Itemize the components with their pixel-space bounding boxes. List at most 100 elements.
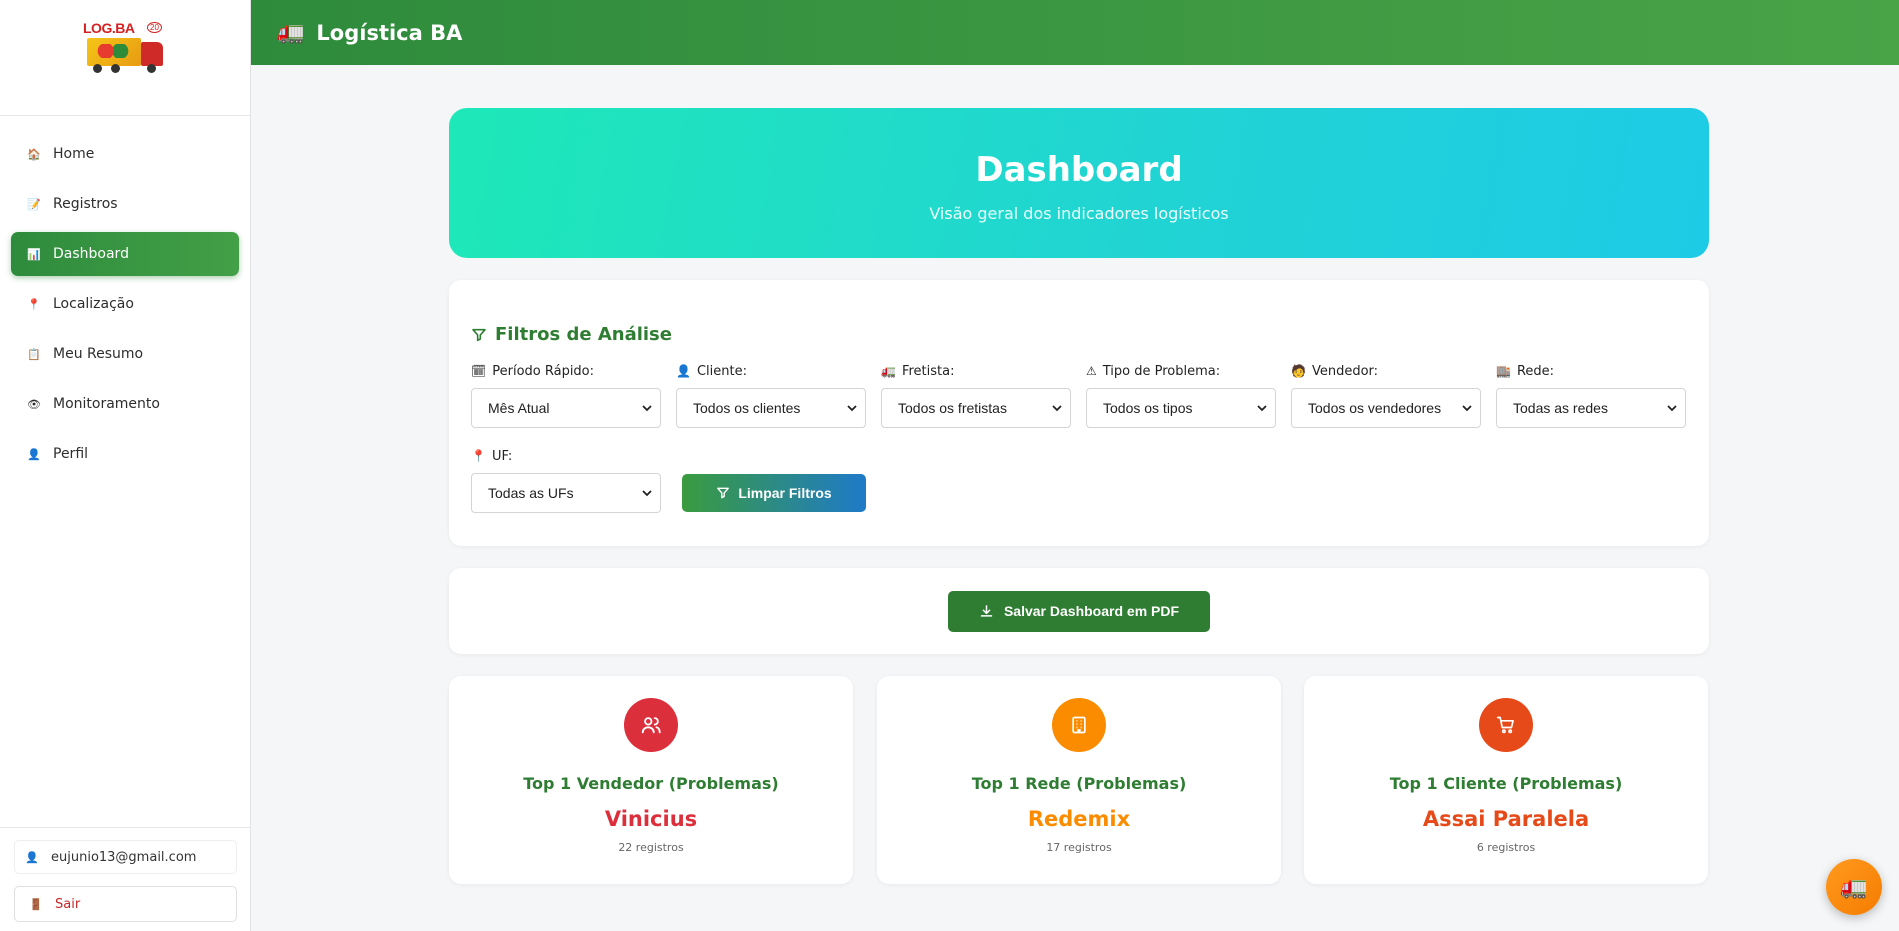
periodo-select[interactable]: Mês Atual [471,388,661,428]
clear-filters-label: Limpar Filtros [738,485,832,501]
filter-periodo: 🗓 Período Rápido: Mês Atual [471,361,661,428]
filter-row: 🗓 Período Rápido: Mês Atual 👤 Cliente: Tod… [471,361,1687,428]
select-value: Mês Atual [488,400,550,416]
bar-chart-icon: 📊 [27,247,41,261]
logo-text: LOG.BA [83,19,135,36]
save-pdf-button[interactable]: Salvar Dashboard em PDF [948,590,1210,632]
chevron-down-icon [1052,405,1062,412]
pin-icon: 📍 [27,297,41,311]
dashboard-hero: Dashboard Visão geral dos indicadores lo… [449,108,1709,258]
user-email: eujunio13@gmail.com [51,849,197,865]
vendedor-select[interactable]: Todos os vendedores [1291,388,1481,428]
filter-uf: 📍 UF: Todas as UFs [471,446,661,513]
sidebar-item-label: Perfil [53,446,89,462]
filter-rede: 🏬 Rede: Todas as redes [1496,361,1686,428]
sidebar-item-meu-resumo[interactable]: 📋 Meu Resumo [11,332,239,376]
fretista-select[interactable]: Todos os fretistas [881,388,1071,428]
clear-filters-button[interactable]: Limpar Filtros [682,474,866,512]
sidebar-item-registros[interactable]: 📝 Registros [11,182,239,226]
warning-icon: ⚠ [1086,364,1097,378]
user-icon: 👤 [676,364,691,378]
stat-title: Top 1 Cliente (Problemas) [1389,774,1623,793]
stat-card-rede: Top 1 Rede (Problemas) Redemix 17 regist… [877,676,1281,884]
sidebar-item-dashboard[interactable]: 📊 Dashboard [11,232,239,276]
page-title: Dashboard [975,150,1183,190]
filter-label: 📍 UF: [471,446,661,466]
tipo-problema-select[interactable]: Todos os tipos [1086,388,1276,428]
logout-button[interactable]: 🚪 Sair [14,886,237,922]
eye-icon: 👁 [27,397,41,411]
rede-select[interactable]: Todas as redes [1496,388,1686,428]
filter-label-text: UF: [491,448,513,464]
memo-icon: 📝 [27,197,41,211]
stat-title: Top 1 Rede (Problemas) [971,774,1187,793]
select-value: Todas as UFs [488,485,574,501]
filters-card: Filtros de Análise 🗓 Período Rápido: Mês … [449,280,1709,546]
logo-area: LOG.BA 20 [0,0,250,116]
filter-label-text: Período Rápido: [492,363,595,379]
truck-icon: 🚛 [881,364,896,378]
sidebar-item-monitoramento[interactable]: 👁 Monitoramento [11,382,239,426]
filter-vendedor: 🧑 Vendedor: Todos os vendedores [1291,361,1481,428]
cart-icon [1479,698,1533,752]
sidebar-item-localizacao[interactable]: 📍 Localização [11,282,239,326]
filter-label: 🏬 Rede: [1496,361,1686,381]
sidebar-item-label: Home [53,146,95,162]
user-icon: 👤 [25,850,39,864]
store-icon: 🏬 [1496,364,1511,378]
stat-title: Top 1 Vendedor (Problemas) [523,774,779,793]
filter-label: 🚛 Fretista: [881,361,1071,381]
cliente-select[interactable]: Todos os clientes [676,388,866,428]
sidebar-item-label: Dashboard [53,246,129,262]
chevron-down-icon [642,405,652,412]
select-value: Todos os vendedores [1308,400,1442,416]
stat-count: 17 registros [1046,841,1112,854]
truck-wheel-graphic [111,63,120,73]
filter-fretista: 🚛 Fretista: Todos os fretistas [881,361,1071,428]
filter-row-2: 📍 UF: Todas as UFs Limpar Filtros [471,446,1687,513]
clipboard-icon: 📋 [27,347,41,361]
floating-truck-button[interactable]: 🚛 [1826,859,1882,915]
select-value: Todas as redes [1513,400,1608,416]
stat-value: Vinicius [604,807,698,831]
select-value: Todos os tipos [1103,400,1193,416]
filter-label-text: Fretista: [901,363,955,379]
sidebar-item-label: Monitoramento [53,396,160,412]
logo[interactable]: LOG.BA 20 [83,20,167,76]
building-icon [1052,698,1106,752]
filters-title-text: Filtros de Análise [495,324,672,345]
filter-icon [472,328,486,341]
sidebar-item-label: Registros [53,196,118,212]
calendar-icon: 🗓 [471,364,487,378]
pin-icon: 📍 [471,449,486,463]
filter-label-text: Rede: [1516,363,1555,379]
filter-label: 🧑 Vendedor: [1291,361,1481,381]
stat-card-cliente: Top 1 Cliente (Problemas) Assai Paralela… [1304,676,1708,884]
logout-label: Sair [55,896,81,912]
chevron-down-icon [1257,405,1267,412]
sidebar-item-perfil[interactable]: 👤 Perfil [11,432,239,476]
filter-label: ⚠ Tipo de Problema: [1086,361,1276,381]
house-icon: 🏠 [27,147,41,161]
sidebar-item-home[interactable]: 🏠 Home [11,132,239,176]
stat-value: Redemix [1027,807,1131,831]
filter-icon [717,487,730,499]
stat-count: 6 registros [1476,841,1536,854]
filters-title: Filtros de Análise [471,324,1687,345]
person-icon: 🧑 [1291,364,1306,378]
filter-label-text: Vendedor: [1311,363,1379,379]
users-icon [624,698,678,752]
top-header: 🚛 Logística BA [251,0,1899,65]
sidebar-nav: 🏠 Home 📝 Registros 📊 Dashboard 📍 Localiz… [0,132,250,476]
header-title: Logística BA [316,20,463,45]
uf-select[interactable]: Todas as UFs [471,473,661,513]
chevron-down-icon [1462,405,1472,412]
stat-card-vendedor: Top 1 Vendedor (Problemas) Vinicius 22 r… [449,676,853,884]
chevron-down-icon [847,405,857,412]
truck-wheel-graphic [93,63,102,73]
sidebar-item-label: Meu Resumo [53,346,144,362]
sidebar-footer: 👤 eujunio13@gmail.com 🚪 Sair [0,827,251,931]
chevron-down-icon [1667,405,1677,412]
page-subtitle: Visão geral dos indicadores logísticos [929,204,1229,223]
truck-icon: 🚛 [277,20,305,45]
